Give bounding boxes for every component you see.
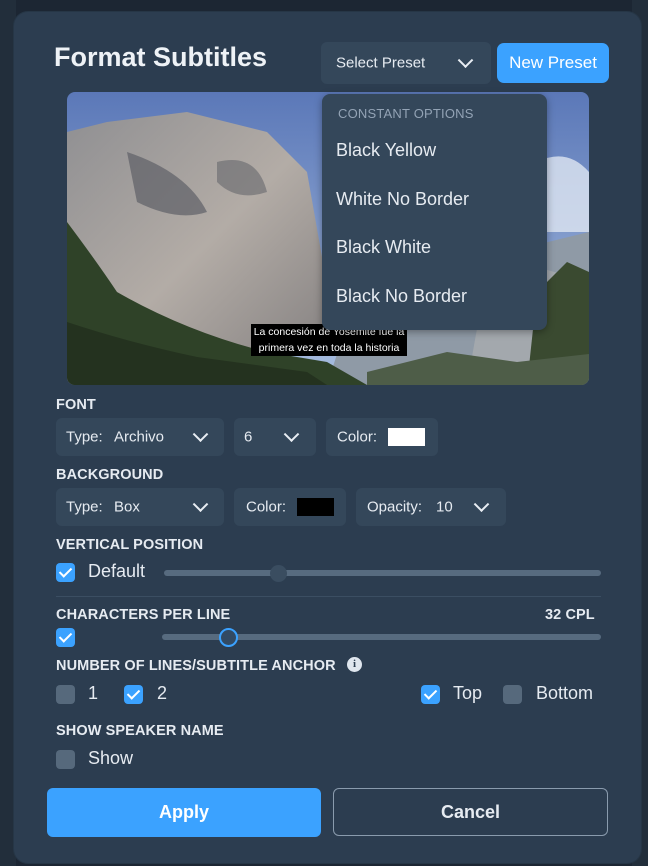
- anchor-bottom-checkbox[interactable]: [503, 685, 522, 704]
- lines-1-label: 1: [88, 683, 99, 703]
- select-preset-label: Select Preset: [336, 54, 426, 72]
- font-size-value: 6: [244, 428, 253, 446]
- show-speaker-label: Show: [88, 748, 134, 768]
- characters-per-line-checkbox[interactable]: [56, 628, 75, 647]
- format-subtitles-dialog: Format Subtitles Select Preset New Prese…: [14, 12, 641, 863]
- lines-anchor-heading: NUMBER OF LINES/SUBTITLE ANCHOR: [56, 658, 336, 674]
- vertical-position-heading: VERTICAL POSITION: [56, 537, 204, 553]
- font-color-swatch[interactable]: [388, 428, 425, 446]
- font-color-label: Color:: [337, 428, 378, 446]
- background-heading: BACKGROUND: [56, 467, 164, 483]
- background-type-label: Type:: [66, 498, 103, 516]
- background-opacity-value: 10: [436, 498, 453, 516]
- apply-button[interactable]: Apply: [47, 788, 321, 837]
- preset-option-black-yellow[interactable]: Black Yellow: [336, 140, 436, 161]
- background-color-swatch[interactable]: [297, 498, 334, 516]
- default-position-label: Default: [88, 561, 146, 581]
- background-opacity-dropdown[interactable]: Opacity: 10: [356, 488, 506, 526]
- font-size-dropdown[interactable]: 6: [234, 418, 316, 456]
- background-color-picker[interactable]: Color:: [234, 488, 346, 526]
- show-speaker-checkbox[interactable]: [56, 750, 75, 769]
- preset-dropdown-menu: CONSTANT OPTIONS Black Yellow White No B…: [322, 94, 547, 330]
- background-type-dropdown[interactable]: Type: Box: [56, 488, 224, 526]
- characters-per-line-heading: CHARACTERS PER LINE: [56, 607, 231, 623]
- preset-option-black-no-border[interactable]: Black No Border: [336, 286, 467, 307]
- anchor-top-label: Top: [453, 683, 483, 703]
- anchor-top-checkbox[interactable]: [421, 685, 440, 704]
- caption-line-2: primera vez en toda la historia: [258, 342, 400, 354]
- chevron-down-icon: [457, 52, 474, 69]
- chevron-down-icon: [283, 426, 300, 443]
- select-preset-dropdown[interactable]: Select Preset: [321, 42, 491, 84]
- dropdown-section-header: CONSTANT OPTIONS: [338, 106, 474, 121]
- vertical-position-slider[interactable]: [164, 570, 601, 576]
- chevron-down-icon: [192, 426, 209, 443]
- speaker-name-heading: SHOW SPEAKER NAME: [56, 723, 224, 739]
- section-divider: [56, 596, 601, 597]
- font-type-value: Archivo: [114, 428, 165, 446]
- chevron-down-icon: [192, 496, 209, 513]
- chevron-down-icon: [473, 496, 490, 513]
- font-type-dropdown[interactable]: Type: Archivo: [56, 418, 224, 456]
- new-preset-button[interactable]: New Preset: [497, 43, 609, 83]
- info-icon[interactable]: i: [347, 657, 362, 672]
- lines-2-checkbox[interactable]: [124, 685, 143, 704]
- default-position-checkbox[interactable]: [56, 563, 75, 582]
- cancel-button[interactable]: Cancel: [333, 788, 608, 836]
- characters-per-line-slider-handle[interactable]: [219, 628, 238, 647]
- background-opacity-label: Opacity:: [367, 498, 423, 516]
- dialog-title: Format Subtitles: [54, 42, 268, 72]
- background-type-value: Box: [114, 498, 140, 516]
- lines-2-label: 2: [157, 683, 168, 703]
- preset-option-white-no-border[interactable]: White No Border: [336, 189, 469, 210]
- font-type-label: Type:: [66, 428, 103, 446]
- background-color-label: Color:: [246, 498, 287, 516]
- vertical-position-slider-handle[interactable]: [270, 565, 287, 582]
- lines-1-checkbox[interactable]: [56, 685, 75, 704]
- font-heading: FONT: [56, 397, 96, 413]
- anchor-bottom-label: Bottom: [536, 683, 594, 703]
- font-color-picker[interactable]: Color:: [326, 418, 438, 456]
- cpl-value: 32 CPL: [545, 607, 595, 623]
- preset-option-black-white[interactable]: Black White: [336, 237, 431, 258]
